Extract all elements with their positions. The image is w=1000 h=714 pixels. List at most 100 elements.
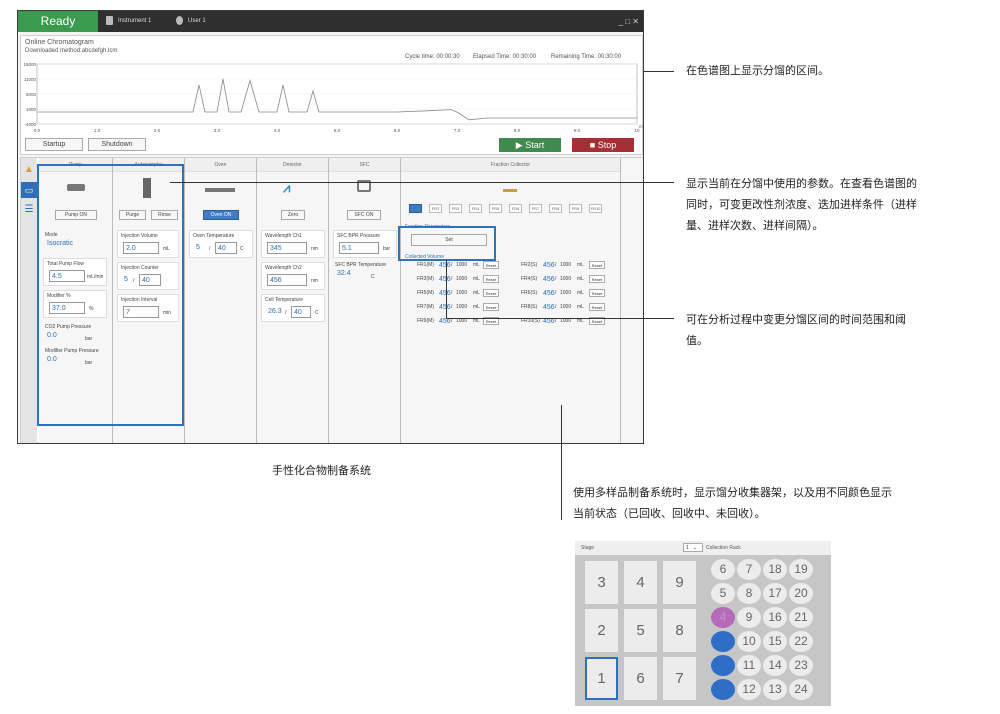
start-button[interactable]: ▶ Start xyxy=(499,138,561,152)
reset-button[interactable]: Reset xyxy=(589,303,605,311)
vial-18[interactable]: 18 xyxy=(763,559,787,580)
reset-button[interactable]: Reset xyxy=(483,289,499,297)
vial-13[interactable]: 13 xyxy=(763,679,787,700)
rack-position-1[interactable]: 1 xyxy=(585,657,618,700)
wl1-input[interactable]: 345 xyxy=(267,242,307,254)
reset-button[interactable]: Reset xyxy=(589,275,605,283)
detector-column: Detector ⩘ Zero Wavelength Ch1 345 nm Wa… xyxy=(257,158,329,443)
fraction-button-10[interactable]: FR10 xyxy=(589,204,602,213)
annotation-fraction-line2: 值。 xyxy=(686,335,708,347)
fraction-button-3[interactable]: FR3 xyxy=(449,204,462,213)
vial-19[interactable]: 19 xyxy=(789,559,813,580)
fraction-button-4[interactable]: FR4 xyxy=(469,204,482,213)
downloaded-method: Downloaded method:abcdefgh.lcm xyxy=(25,48,118,54)
wl2-unit: nm xyxy=(311,278,318,284)
cell-temp-value: 26.3 xyxy=(268,308,282,315)
vial-24[interactable]: 24 xyxy=(789,679,813,700)
vial-2[interactable] xyxy=(711,655,735,676)
user-tab[interactable]: User 1 xyxy=(176,11,206,32)
vial-3[interactable] xyxy=(711,631,735,652)
reset-button[interactable]: Reset xyxy=(483,303,499,311)
fraction-row-unit: mL xyxy=(577,304,584,310)
vial-14[interactable]: 14 xyxy=(763,655,787,676)
rack-position-4[interactable]: 4 xyxy=(624,561,657,604)
fraction-button-6[interactable]: FR6 xyxy=(509,204,522,213)
warning-icon[interactable]: ▲ xyxy=(21,164,37,180)
fraction-button-5[interactable]: FR5 xyxy=(489,204,502,213)
vial-4[interactable]: 4 xyxy=(711,607,735,628)
list-icon[interactable]: ☰ xyxy=(21,202,37,218)
fraction-button-8[interactable]: FR8 xyxy=(549,204,562,213)
rack-position-5[interactable]: 5 xyxy=(624,609,657,652)
vial-5[interactable]: 5 xyxy=(711,583,735,604)
vial-11[interactable]: 11 xyxy=(737,655,761,676)
rack-position-2[interactable]: 2 xyxy=(585,609,618,652)
fraction-button-2[interactable]: FR2 xyxy=(429,204,442,213)
reset-button[interactable]: Reset xyxy=(589,261,605,269)
fraction-row-label: FR8(S) xyxy=(521,304,538,310)
monitor-icon[interactable]: ▭ xyxy=(21,182,37,198)
collection-rack-label: Collection Rack xyxy=(706,545,741,551)
vial-9[interactable]: 9 xyxy=(737,607,761,628)
fraction-header: Fraction Collector xyxy=(401,158,620,172)
y-tick-label: 11000 xyxy=(24,77,37,82)
fraction-row-unit: mL xyxy=(577,290,584,296)
fraction-button-7[interactable]: FR7 xyxy=(529,204,542,213)
vial-16[interactable]: 16 xyxy=(763,607,787,628)
rack-position-6[interactable]: 6 xyxy=(624,657,657,700)
reset-button[interactable]: Reset xyxy=(589,289,605,297)
stop-label: Stop xyxy=(597,140,617,150)
right-gutter xyxy=(621,158,643,443)
rack-position-8[interactable]: 8 xyxy=(663,609,696,652)
vial-10[interactable]: 10 xyxy=(737,631,761,652)
vial-1[interactable] xyxy=(711,679,735,700)
bpr-pressure-input[interactable]: 5.1 xyxy=(339,242,379,254)
stop-button[interactable]: ■ Stop xyxy=(572,138,634,152)
fraction-button-9[interactable]: FR9 xyxy=(569,204,582,213)
fraction-row-volume: 456 xyxy=(543,276,555,283)
rack-position-3[interactable]: 3 xyxy=(585,561,618,604)
detector-header: Detector xyxy=(257,158,328,172)
vial-6[interactable]: 6 xyxy=(711,559,735,580)
window-controls[interactable]: _ □ ✕ xyxy=(619,11,639,32)
vial-7[interactable]: 7 xyxy=(737,559,761,580)
oven-temp-value: 5 xyxy=(196,244,200,251)
vial-12[interactable]: 12 xyxy=(737,679,761,700)
vial-23[interactable]: 23 xyxy=(789,655,813,676)
vial-21[interactable]: 21 xyxy=(789,607,813,628)
oven-temp-input[interactable]: 40 xyxy=(215,242,237,254)
fraction-row-slash: / xyxy=(451,290,453,296)
zero-button[interactable]: Zero xyxy=(281,210,305,220)
sfc-header: SFC xyxy=(329,158,400,172)
fraction-parameters-highlight-box xyxy=(398,226,496,261)
reset-button[interactable]: Reset xyxy=(483,261,499,269)
stage-select[interactable]: 1 ⌄ xyxy=(683,543,703,552)
startup-button[interactable]: Startup xyxy=(25,138,83,151)
oven-temp-label: Oven Temperature xyxy=(193,233,235,239)
vial-8[interactable]: 8 xyxy=(737,583,761,604)
wl1-label: Wavelength Ch1 xyxy=(265,233,302,239)
fraction-row-volume: 456 xyxy=(439,276,451,283)
reset-button[interactable]: Reset xyxy=(483,275,499,283)
cell-temp-input[interactable]: 40 xyxy=(291,306,311,318)
wl2-input[interactable]: 456 xyxy=(267,274,307,286)
oven-on-button[interactable]: Oven ON xyxy=(203,210,239,220)
vial-17[interactable]: 17 xyxy=(763,583,787,604)
fraction-row-total: 1000 xyxy=(560,276,572,282)
user-label: User 1 xyxy=(188,18,206,24)
shutdown-button[interactable]: Shutdown xyxy=(88,138,146,151)
instrument-tab[interactable]: Instrument 1 xyxy=(106,11,151,32)
vial-15[interactable]: 15 xyxy=(763,631,787,652)
rack-position-7[interactable]: 7 xyxy=(663,657,696,700)
fraction-row-total: 1000 xyxy=(560,262,572,268)
vial-20[interactable]: 20 xyxy=(789,583,813,604)
stage-label: Stage xyxy=(581,545,595,551)
vial-22[interactable]: 22 xyxy=(789,631,813,652)
fraction-row-slash: / xyxy=(555,262,557,268)
annotation-1-leader xyxy=(644,71,674,72)
sfc-on-button[interactable]: SFC ON xyxy=(347,210,381,220)
wl1-unit: nm xyxy=(311,246,318,252)
fraction-button-1[interactable]: FR1 xyxy=(409,204,422,213)
y-tick-label: 6000 xyxy=(26,92,37,97)
rack-position-9[interactable]: 9 xyxy=(663,561,696,604)
